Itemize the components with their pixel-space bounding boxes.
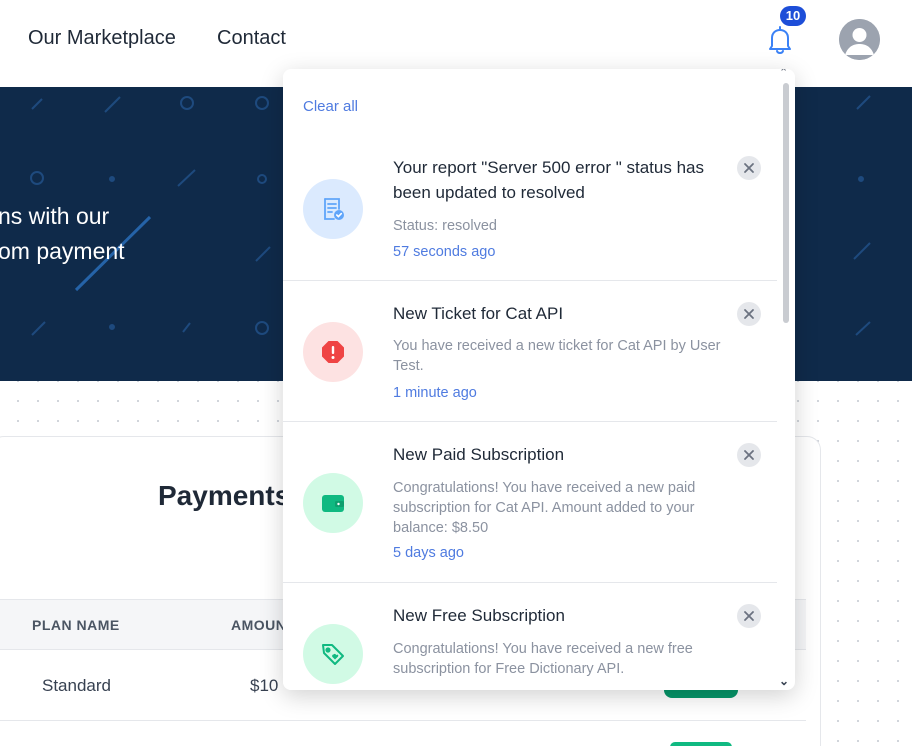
wallet-icon bbox=[303, 473, 363, 533]
payments-title: Payments bbox=[158, 480, 291, 511]
hero-tagline-line2: om payment bbox=[0, 238, 125, 264]
notification-title: Your report "Server 500 error " status h… bbox=[393, 158, 704, 202]
close-icon[interactable] bbox=[737, 443, 761, 467]
nav-link-contact[interactable]: Contact bbox=[217, 27, 286, 50]
notification-title: New Ticket for Cat API bbox=[393, 304, 564, 323]
status-badge bbox=[670, 742, 732, 746]
notification-time: 1 minute ago bbox=[393, 385, 477, 401]
clear-all-link[interactable]: Clear all bbox=[303, 98, 358, 115]
close-icon[interactable] bbox=[737, 156, 761, 180]
tag-heart-icon bbox=[303, 624, 363, 684]
nav-link-marketplace[interactable]: Our Marketplace bbox=[28, 27, 176, 50]
scrollbar-thumb[interactable] bbox=[783, 83, 789, 323]
report-check-icon bbox=[303, 179, 363, 239]
notification-time: 57 seconds ago bbox=[393, 244, 496, 260]
notification-title: New Paid Subscription bbox=[393, 445, 565, 464]
notification-body: Congratulations! You have received a new… bbox=[393, 641, 693, 677]
notification-bell-icon[interactable] bbox=[764, 24, 796, 56]
notification-item[interactable]: New Free Subscription Congratulations! Y… bbox=[283, 584, 777, 690]
notification-body: You have received a new ticket for Cat A… bbox=[393, 338, 721, 374]
notification-time: 5 days ago bbox=[393, 545, 464, 561]
scroll-up-arrow-icon[interactable]: ⌃ bbox=[779, 69, 788, 79]
alert-octagon-icon bbox=[303, 322, 363, 382]
column-header-plan-name: PLAN NAME bbox=[32, 617, 120, 633]
notification-body: Congratulations! You have received a new… bbox=[393, 480, 696, 536]
cell-amount: $10 bbox=[250, 676, 279, 695]
user-avatar[interactable] bbox=[839, 19, 880, 60]
scroll-down-arrow-icon[interactable]: ⌄ bbox=[779, 674, 789, 688]
hero-tagline-line1: ns with our bbox=[0, 203, 110, 229]
notification-body: Status: resolved bbox=[393, 218, 497, 234]
notification-item[interactable]: New Ticket for Cat API You have received… bbox=[283, 282, 777, 422]
notification-item[interactable]: Your report "Server 500 error " status h… bbox=[283, 139, 777, 281]
notification-title: New Free Subscription bbox=[393, 606, 565, 625]
close-icon[interactable] bbox=[737, 302, 761, 326]
close-icon[interactable] bbox=[737, 604, 761, 628]
notification-item[interactable]: New Paid Subscription Congratulations! Y… bbox=[283, 423, 777, 583]
notification-count-badge: 10 bbox=[780, 6, 806, 26]
cell-plan-name: Standard bbox=[42, 676, 111, 695]
notification-dropdown: ⌃ ⌄ Clear all Your report "Server 500 er… bbox=[283, 69, 795, 690]
